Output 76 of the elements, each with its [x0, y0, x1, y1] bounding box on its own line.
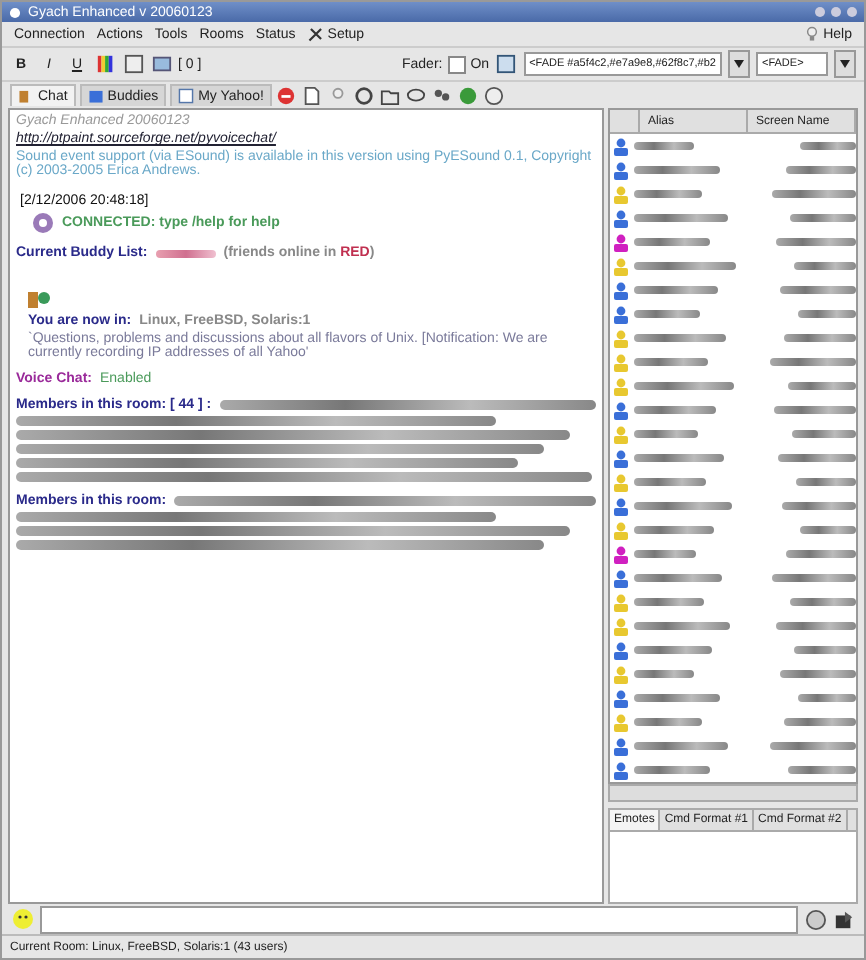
blurred-name: [634, 574, 722, 582]
blurred-name: [634, 406, 716, 414]
blurred-name: [634, 718, 702, 726]
blurred-name: [784, 718, 856, 726]
blurred-name: [778, 454, 856, 462]
blurred-name: [634, 430, 698, 438]
chat-icon: [18, 88, 34, 104]
blurred-name: [796, 478, 856, 486]
app-icon: [8, 5, 22, 19]
blurred-name: [634, 598, 704, 606]
blurred-name: [634, 334, 726, 342]
blurred-name: [634, 502, 732, 510]
blurred-name: [786, 166, 856, 174]
blurred-name: [634, 670, 694, 678]
person-icon: [87, 88, 104, 104]
fader-checkbox[interactable]: [448, 55, 467, 73]
dropdown-button[interactable]: [728, 50, 750, 78]
stop-icon[interactable]: [275, 84, 298, 106]
caret-icon: [734, 60, 744, 68]
blurred-name: [634, 238, 710, 246]
blurred-name: [782, 502, 856, 510]
blurred-name: [772, 574, 856, 582]
blurred-name: [794, 262, 856, 270]
blurred-name: [788, 382, 856, 390]
dropdown-button[interactable]: [834, 50, 856, 78]
scrollbar[interactable]: [608, 784, 858, 802]
color-palette-icon[interactable]: [94, 53, 116, 75]
blurred-name: [786, 550, 856, 558]
caret-icon: [840, 60, 850, 68]
blurred-name: [780, 286, 856, 294]
blurred-name: [634, 478, 706, 486]
blurred-name: [634, 646, 712, 654]
blurred-name: [634, 166, 720, 174]
blurred-name: [634, 526, 714, 534]
close-icon[interactable]: [846, 6, 858, 18]
blurred-name: [634, 310, 700, 318]
blurred-name: [780, 670, 856, 678]
blurred-name: [634, 142, 694, 150]
blurred-name: [798, 310, 856, 318]
blurred-name: [634, 262, 736, 270]
blurred-name: [790, 598, 856, 606]
image-icon[interactable]: [150, 53, 172, 75]
blurred-name: [774, 406, 856, 414]
blurred-name: [634, 622, 730, 630]
message-input[interactable]: [40, 905, 798, 933]
blurred-name: [634, 454, 724, 462]
blurred-name: [788, 766, 856, 774]
blurred-name: [798, 694, 856, 702]
blurred-name: [634, 742, 728, 750]
blurred-name: [634, 382, 734, 390]
blurred-name: [155, 249, 216, 257]
blurred-name: [770, 358, 856, 366]
blurred-name: [772, 190, 856, 198]
blurred-name: [776, 622, 856, 630]
blurred-name: [770, 742, 856, 750]
blurred-name: [776, 238, 856, 246]
blurred-name: [634, 766, 710, 774]
blurred-name: [784, 334, 856, 342]
blurred-name: [790, 214, 856, 222]
blurred-name: [634, 190, 702, 198]
maximize-icon[interactable]: [830, 6, 842, 18]
room-icons: [28, 288, 50, 310]
blurred-name: [634, 694, 720, 702]
blurred-name: [634, 214, 728, 222]
voice-button[interactable]: [804, 908, 826, 930]
blurred-name: [792, 430, 856, 438]
blurred-name: [634, 358, 708, 366]
blurred-name: [800, 526, 856, 534]
blurred-name: [794, 646, 856, 654]
blurred-name: [634, 550, 696, 558]
send-button[interactable]: [832, 908, 854, 930]
window-icon: [178, 88, 195, 104]
status-icon: [32, 212, 54, 234]
minimize-icon[interactable]: [814, 6, 826, 18]
blurred-name: [634, 286, 718, 294]
blurred-name: [800, 142, 856, 150]
